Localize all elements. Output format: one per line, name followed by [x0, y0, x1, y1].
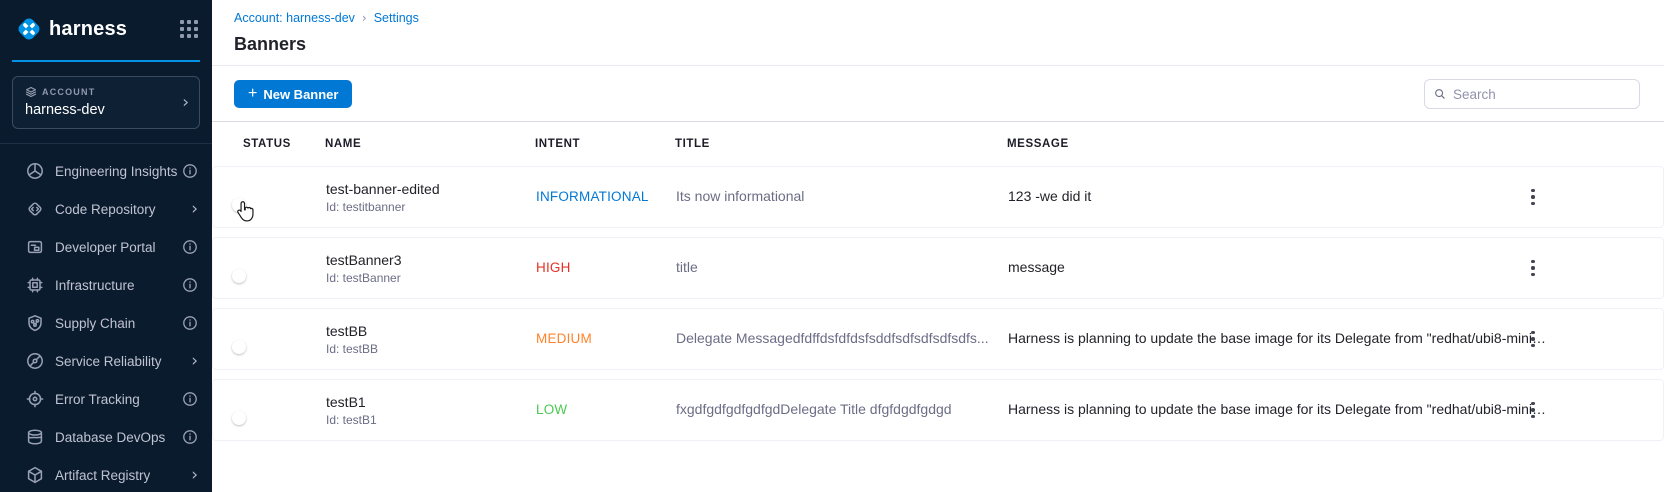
sidebar-item-supply-chain[interactable]: Supply Chain — [0, 304, 212, 342]
sidebar-item-service-reliability[interactable]: Service Reliability › — [0, 342, 212, 380]
sidebar-item-label: Service Reliability — [55, 354, 162, 369]
banner-message: Harness is planning to update the base i… — [1008, 330, 1546, 346]
chevron-right-icon: › — [191, 467, 198, 484]
row-menu-icon[interactable] — [1525, 254, 1541, 283]
engineering-insights-icon — [25, 162, 44, 181]
logo-row: harness — [0, 0, 212, 54]
sidebar-item-error-tracking[interactable]: Error Tracking — [0, 380, 212, 418]
sidebar-item-database-devops[interactable]: Database DevOps — [0, 418, 212, 456]
column-header-name: NAME — [325, 138, 535, 150]
sidebar-item-label: Artifact Registry — [55, 468, 150, 483]
sidebar-item-artifact-registry[interactable]: Artifact Registry › — [0, 456, 212, 492]
intent-badge: MEDIUM — [536, 331, 592, 346]
banner-title: Delegate Messagedfdffdsfdfdsfsddfsdfsdfs… — [676, 330, 989, 346]
sidebar-item-label: Code Repository — [55, 202, 156, 217]
plus-icon: + — [248, 86, 257, 102]
banner-name: testBanner3 — [326, 252, 536, 268]
info-icon[interactable] — [182, 315, 198, 331]
banner-message: message — [1008, 259, 1065, 275]
banner-id: Id: testBB — [326, 342, 536, 356]
table-header: STATUS NAME INTENT TITLE MESSAGE — [212, 122, 1664, 166]
artifact-registry-icon — [25, 466, 44, 485]
sidebar-nav: Engineering Insights Code Repository › D… — [0, 148, 212, 492]
banner-id: Id: testB1 — [326, 413, 536, 427]
banner-title: Its now informational — [676, 188, 804, 204]
banner-message: Harness is planning to update the base i… — [1008, 401, 1546, 417]
sidebar: harness ACCOUNT harness-dev › Engineerin… — [0, 0, 212, 492]
chevron-right-icon: › — [191, 353, 198, 370]
table-row[interactable]: testBB Id: testBB MEDIUM Delegate Messag… — [212, 308, 1664, 370]
info-icon[interactable] — [182, 391, 198, 407]
table-rows: test-banner-edited Id: testitbanner INFO… — [212, 166, 1664, 441]
sidebar-item-developer-portal[interactable]: Developer Portal — [0, 228, 212, 266]
banner-title: fxgdfgdfgdfgdfgdDelegate Title dfgfdgdfg… — [676, 401, 952, 417]
column-header-title: TITLE — [675, 138, 1007, 150]
sidebar-item-infrastructure[interactable]: Infrastructure — [0, 266, 212, 304]
developer-portal-icon — [25, 238, 44, 257]
sidebar-item-label: Infrastructure — [55, 278, 135, 293]
intent-badge: INFORMATIONAL — [536, 189, 649, 204]
account-selector[interactable]: ACCOUNT harness-dev › — [12, 76, 200, 129]
table-row[interactable]: test-banner-edited Id: testitbanner INFO… — [212, 166, 1664, 228]
search-input[interactable] — [1453, 87, 1630, 102]
banner-name: test-banner-edited — [326, 181, 536, 197]
chevron-right-icon: › — [182, 94, 189, 111]
sidebar-divider — [0, 143, 212, 144]
breadcrumb-settings-link[interactable]: Settings — [374, 11, 419, 25]
intent-badge: LOW — [536, 402, 567, 417]
info-icon[interactable] — [182, 239, 198, 255]
code-repository-icon — [25, 200, 44, 219]
sidebar-item-engineering-insights[interactable]: Engineering Insights — [0, 152, 212, 190]
table-row[interactable]: testB1 Id: testB1 LOW fxgdfgdfgdfgdfgdDe… — [212, 379, 1664, 441]
banner-message: 123 -we did it — [1008, 188, 1091, 204]
row-menu-icon[interactable] — [1525, 325, 1541, 354]
service-reliability-icon — [25, 352, 44, 371]
sidebar-item-label: Supply Chain — [55, 316, 135, 331]
banner-name: testBB — [326, 323, 536, 339]
sidebar-item-label: Database DevOps — [55, 430, 165, 445]
column-header-message: MESSAGE — [1007, 138, 1514, 150]
module-grid-icon[interactable] — [180, 20, 198, 38]
account-label: ACCOUNT — [42, 87, 95, 97]
supply-chain-icon — [25, 314, 44, 333]
chevron-right-icon: › — [191, 201, 198, 218]
row-menu-icon[interactable] — [1525, 396, 1541, 425]
search-box — [1424, 79, 1640, 109]
row-menu-icon[interactable] — [1525, 183, 1541, 212]
sidebar-item-label: Engineering Insights — [55, 164, 177, 179]
info-icon[interactable] — [182, 163, 198, 179]
banner-name: testB1 — [326, 394, 536, 410]
info-icon[interactable] — [182, 277, 198, 293]
database-devops-icon — [25, 428, 44, 447]
intent-badge: HIGH — [536, 260, 571, 275]
breadcrumb: Account: harness-dev › Settings — [234, 11, 1664, 25]
sidebar-item-label: Developer Portal — [55, 240, 156, 255]
new-banner-button[interactable]: + New Banner — [234, 80, 352, 108]
banner-id: Id: testBanner — [326, 271, 536, 285]
breadcrumb-account-link[interactable]: Account: harness-dev — [234, 11, 355, 25]
sidebar-item-code-repository[interactable]: Code Repository › — [0, 190, 212, 228]
page-title: Banners — [234, 34, 1664, 55]
page-header: Account: harness-dev › Settings Banners — [212, 0, 1664, 66]
banner-id: Id: testitbanner — [326, 200, 536, 214]
sidebar-item-label: Error Tracking — [55, 392, 140, 407]
info-icon[interactable] — [182, 429, 198, 445]
search-icon — [1434, 87, 1446, 101]
table-row[interactable]: testBanner3 Id: testBanner HIGH title me… — [212, 237, 1664, 299]
main-content: Account: harness-dev › Settings Banners … — [212, 0, 1664, 492]
toolbar: + New Banner — [212, 66, 1664, 122]
error-tracking-icon — [25, 390, 44, 409]
logo-text: harness — [49, 18, 127, 41]
column-header-intent: INTENT — [535, 138, 675, 150]
logo-underline — [12, 60, 200, 62]
breadcrumb-separator: › — [362, 11, 367, 25]
banners-table: STATUS NAME INTENT TITLE MESSAGE test-ba… — [212, 122, 1664, 441]
new-banner-label: New Banner — [263, 87, 338, 102]
column-header-status: STATUS — [230, 138, 325, 150]
banner-title: title — [676, 259, 698, 275]
account-name: harness-dev — [25, 102, 187, 118]
account-stack-icon — [25, 86, 37, 98]
infrastructure-icon — [25, 276, 44, 295]
harness-logo-icon — [16, 16, 42, 42]
